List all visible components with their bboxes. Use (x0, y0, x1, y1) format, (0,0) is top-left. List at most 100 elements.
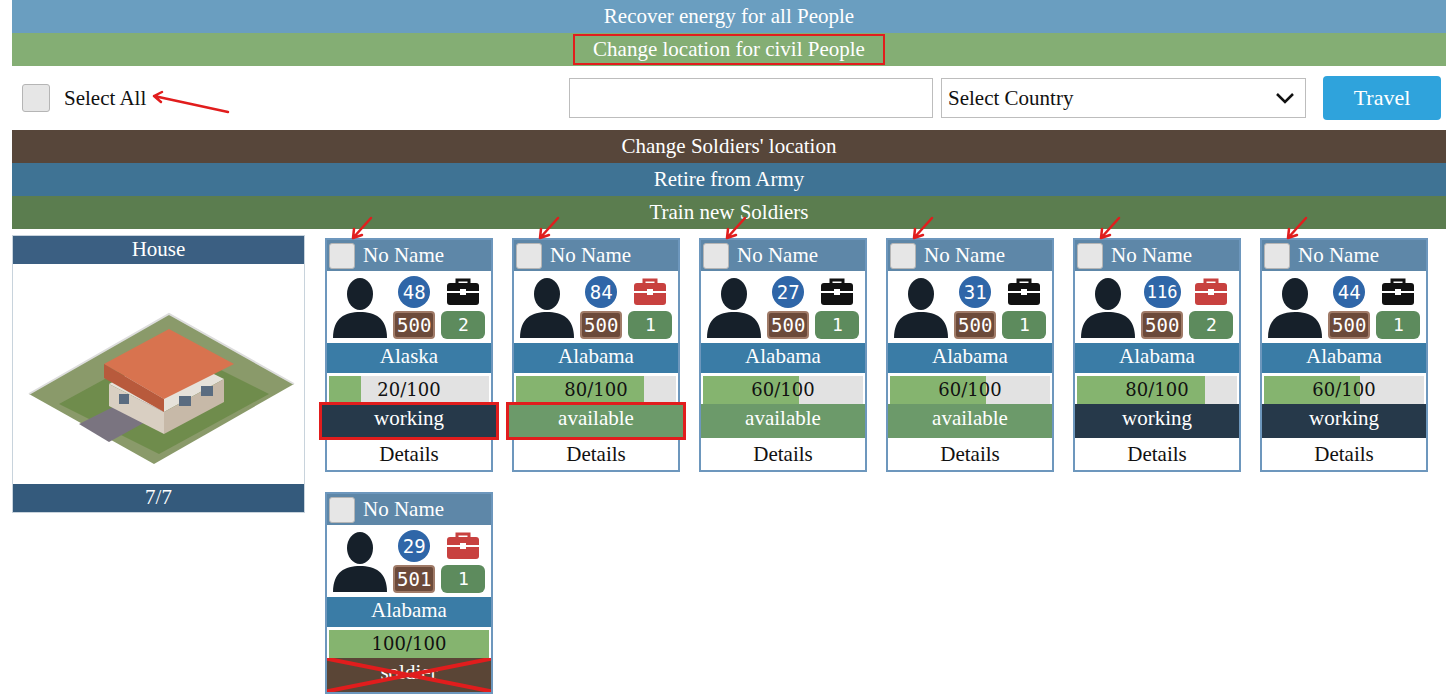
person-card: No Name295011Alabama100/100soldier (325, 492, 493, 694)
section-bar[interactable]: Recover energy for all People (12, 0, 1446, 33)
briefcase-icon (445, 277, 481, 307)
person-card: No Name 116 5002 Alabama 80/100workingDetail… (1073, 238, 1241, 472)
status-label: available (888, 404, 1052, 438)
person-silhouette-icon (892, 276, 950, 338)
skill-badge: 1 (441, 565, 485, 593)
details-button[interactable]: Details (327, 438, 491, 470)
details-button[interactable]: Details (888, 438, 1052, 470)
person-stats: 445001 (1328, 276, 1420, 339)
skill-badge: 2 (1189, 311, 1233, 339)
status-label: available (701, 404, 865, 438)
energy-bar: 100/100 (329, 630, 489, 658)
person-checkbox[interactable] (890, 243, 916, 269)
card-body: 116 5002 (1075, 271, 1239, 343)
details-button[interactable]: Details (1075, 438, 1239, 470)
person-stats: 845001 (580, 276, 672, 339)
person-silhouette-icon (331, 530, 389, 592)
card-body: 295011 (327, 525, 491, 597)
person-card: No Name 445001 Alabama 60/100workingDetails (1260, 238, 1428, 472)
card-body: 315001 (888, 271, 1052, 343)
status-label: working (1262, 404, 1426, 438)
person-name: No Name (363, 243, 444, 268)
house-image (13, 264, 304, 484)
energy-reading: 60/100 (890, 376, 1050, 404)
card-body: 485002 (327, 271, 491, 343)
card-header: No Name (1075, 240, 1239, 271)
country-select[interactable]: Select Country (941, 78, 1306, 118)
skill-badge: 1 (815, 311, 859, 339)
card-header: No Name (327, 240, 491, 271)
energy-bar: 60/100 (890, 376, 1050, 404)
section-bar[interactable]: Change Soldiers' location (12, 130, 1446, 163)
person-checkbox[interactable] (329, 243, 355, 269)
select-all-label: Select All (64, 86, 146, 111)
level-badge: 116 (1144, 276, 1181, 308)
location-label: Alabama (1262, 343, 1426, 373)
person-checkbox[interactable] (703, 243, 729, 269)
card-header: No Name (1262, 240, 1426, 271)
details-button[interactable]: Details (514, 438, 678, 470)
money-badge: 500 (580, 311, 622, 339)
section-bar[interactable]: Train new Soldiers (12, 196, 1446, 229)
status-label: working (1075, 404, 1239, 438)
card-header: No Name (327, 494, 491, 525)
skill-badge: 2 (441, 311, 485, 339)
page: Recover energy for all PeopleChange loca… (0, 0, 1446, 696)
details-button[interactable]: Details (1262, 438, 1426, 470)
person-checkbox[interactable] (516, 243, 542, 269)
details-button[interactable]: Details (701, 438, 865, 470)
status-label: soldier (327, 658, 491, 692)
person-name: No Name (550, 243, 631, 268)
briefcase-icon (632, 277, 668, 307)
level-badge: 29 (398, 530, 430, 562)
section-bar[interactable]: Change location for civil People (12, 33, 1446, 66)
section-bar[interactable]: Retire from Army (12, 163, 1446, 196)
cross-out-icon (327, 658, 491, 692)
card-body: 275001 (701, 271, 865, 343)
person-checkbox[interactable] (1077, 243, 1103, 269)
person-card: No Name485002Alaska20/100workingDetails (325, 238, 493, 472)
energy-bar: 80/100 (1077, 376, 1237, 404)
money-badge: 500 (393, 311, 435, 339)
person-name: No Name (737, 243, 818, 268)
person-checkbox[interactable] (329, 497, 355, 523)
annotation-arrow-icon (130, 90, 210, 120)
energy-reading: 80/100 (516, 376, 676, 404)
briefcase-icon (1006, 277, 1042, 307)
energy-bar: 60/100 (1264, 376, 1424, 404)
energy-reading: 20/100 (329, 376, 489, 404)
energy-reading: 60/100 (703, 376, 863, 404)
house-title: House (13, 236, 304, 264)
card-body: 845001 (514, 271, 678, 343)
person-checkbox[interactable] (1264, 243, 1290, 269)
energy-bar: 20/100 (329, 376, 489, 404)
person-silhouette-icon (705, 276, 763, 338)
person-silhouette-icon (518, 276, 576, 338)
energy-reading: 80/100 (1077, 376, 1237, 404)
chevron-down-icon (1275, 92, 1295, 104)
travel-button[interactable]: Travel (1323, 76, 1441, 120)
select-all[interactable]: Select All (22, 84, 146, 112)
level-badge: 44 (1333, 276, 1365, 308)
card-body: 445001 (1262, 271, 1426, 343)
location-label: Alabama (888, 343, 1052, 373)
skill-badge: 1 (1002, 311, 1046, 339)
card-header: No Name (701, 240, 865, 271)
person-silhouette-icon (1266, 276, 1324, 338)
card-header: No Name (514, 240, 678, 271)
skill-badge: 1 (1376, 311, 1420, 339)
person-silhouette-icon (1079, 276, 1137, 338)
location-label: Alabama (1075, 343, 1239, 373)
money-badge: 500 (1141, 311, 1183, 339)
people-grid: No Name485002Alaska20/100workingDetailsN… (325, 235, 1440, 694)
person-card: No Name 315001Alabama 60/100availableDetai… (886, 238, 1054, 472)
person-name: No Name (924, 243, 1005, 268)
search-input[interactable] (569, 78, 933, 118)
energy-reading: 60/100 (1264, 376, 1424, 404)
select-all-checkbox[interactable] (22, 84, 50, 112)
main-area: House7/7No Name485002Alaska20/100working… (12, 229, 1446, 694)
briefcase-icon (819, 277, 855, 307)
level-badge: 84 (585, 276, 617, 308)
briefcase-icon (1380, 277, 1416, 307)
energy-reading: 100/100 (329, 630, 489, 658)
